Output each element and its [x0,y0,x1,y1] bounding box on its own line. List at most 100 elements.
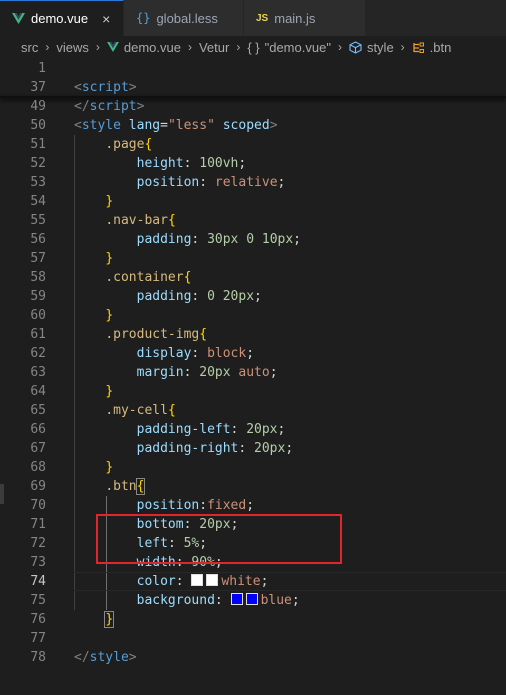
code-line[interactable]: 60 } [0,306,506,325]
code-line[interactable]: 76 } [0,610,506,629]
code-line[interactable]: 54 } [0,192,506,211]
code-line[interactable]: 57 } [0,249,506,268]
code-token: > [128,80,137,95]
code-line[interactable]: 52 height: 100vh; [0,154,506,173]
line-number: 65 [30,403,46,418]
breadcrumb-item-style[interactable]: style [349,40,394,55]
code-token: .container [105,270,184,285]
vue-icon [12,13,25,24]
line-number: 75 [30,593,46,608]
code-text: } [74,306,113,325]
code-token: 20px [199,365,231,380]
breadcrumb-item-file[interactable]: demo.vue [106,40,181,55]
line-number: 49 [30,99,46,114]
code-token: { [183,270,192,285]
code-token: } [105,460,114,475]
line-number: 59 [30,289,46,304]
code-line[interactable]: 66 padding-left: 20px; [0,420,506,439]
code-text: </style> [74,648,137,667]
color-swatch[interactable] [230,593,243,605]
code-line[interactable]: 63 margin: 20px auto; [0,363,506,382]
code-line[interactable]: 69 .btn{ [0,477,506,496]
line-number: 52 [30,156,46,171]
code-token: .my-cell [105,403,168,418]
code-token: .product-img [105,327,200,342]
color-swatch[interactable] [245,593,258,605]
code-text: display: block; [74,344,254,363]
code-line[interactable]: 61 .product-img{ [0,325,506,344]
code-line[interactable]: 65 .my-cell{ [0,401,506,420]
code-token: ; [246,346,255,361]
code-line[interactable]: 64 } [0,382,506,401]
code-token: < [74,80,82,95]
code-line[interactable]: 67 padding-right: 20px; [0,439,506,458]
color-swatch[interactable] [191,574,204,586]
code-token: < [74,118,82,133]
tab-demo-vue[interactable]: demo.vue × [0,0,124,36]
tab-label: demo.vue [31,11,89,26]
code-line[interactable]: 37 <script> [0,78,506,97]
code-token: scoped [222,118,270,133]
code-token: 100vh [199,156,239,171]
code-token: .nav-bar [105,213,168,228]
code-line[interactable]: 70 position:fixed; [0,496,506,515]
code-line[interactable]: 56 padding: 30px 0 10px; [0,230,506,249]
code-line[interactable]: 58 .container{ [0,268,506,287]
code-editor[interactable]: 1 37 <script> 49 </script> 50 <style lang="les… [0,58,506,695]
code-text: } [74,382,113,401]
code-token: script [89,99,137,114]
code-text: height: 100vh; [74,154,247,173]
code-line[interactable]: 59 padding: 0 20px; [0,287,506,306]
code-token: { [199,327,208,342]
close-icon[interactable]: × [102,11,110,27]
code-token: = [160,118,168,133]
color-swatch[interactable] [206,574,219,586]
line-number: 37 [30,80,46,95]
code-token: > [136,99,145,114]
code-line[interactable]: 74 color: white; [0,572,506,591]
code-line[interactable]: 50 <style lang="less" scoped> [0,116,506,135]
breadcrumb-item-btn[interactable]: .btn [412,40,451,55]
breadcrumb-item-module[interactable]: { } "demo.vue" [247,40,331,55]
code-line[interactable]: 78 </style> [0,648,506,667]
line-number: 62 [30,346,46,361]
code-token: } [105,251,114,266]
breadcrumb-item-views[interactable]: views [56,40,89,55]
code-line[interactable]: 62 display: block; [0,344,506,363]
code-text: .container{ [74,268,191,287]
code-token: </ [74,99,90,114]
line-number: 76 [30,612,46,627]
code-text: padding: 30px 0 10px; [74,230,301,249]
code-token: relative [214,175,278,190]
code-line[interactable]: 55 .nav-bar{ [0,211,506,230]
code-line[interactable]: 68 } [0,458,506,477]
breadcrumb-item-vetur[interactable]: Vetur [199,40,229,55]
line-number: 57 [30,251,46,266]
code-line[interactable]: 75 background: blue; [0,591,506,610]
line-number: 63 [30,365,46,380]
tab-global-less[interactable]: {} global.less [124,0,244,36]
scroll-indicator [0,484,4,504]
code-line[interactable]: 53 position: relative; [0,173,506,192]
code-token: { [135,478,146,495]
code-token: : [183,365,200,380]
code-token: ; [277,422,286,437]
code-line[interactable]: 51 .page{ [0,135,506,154]
code-token: ; [254,289,262,304]
code-token: 0 20px [207,289,255,304]
code-token: padding-left [136,422,231,437]
tab-main-js[interactable]: JS main.js [244,0,366,36]
breadcrumb-item-src[interactable]: src [21,40,38,55]
code-token: > [269,118,278,133]
code-line[interactable]: 77 [0,629,506,648]
code-token: { [167,403,176,418]
line-number: 78 [30,650,46,665]
code-line[interactable]: 49 </script> [0,97,506,116]
line-number: 54 [30,194,46,209]
code-line[interactable]: 1 [0,59,506,78]
